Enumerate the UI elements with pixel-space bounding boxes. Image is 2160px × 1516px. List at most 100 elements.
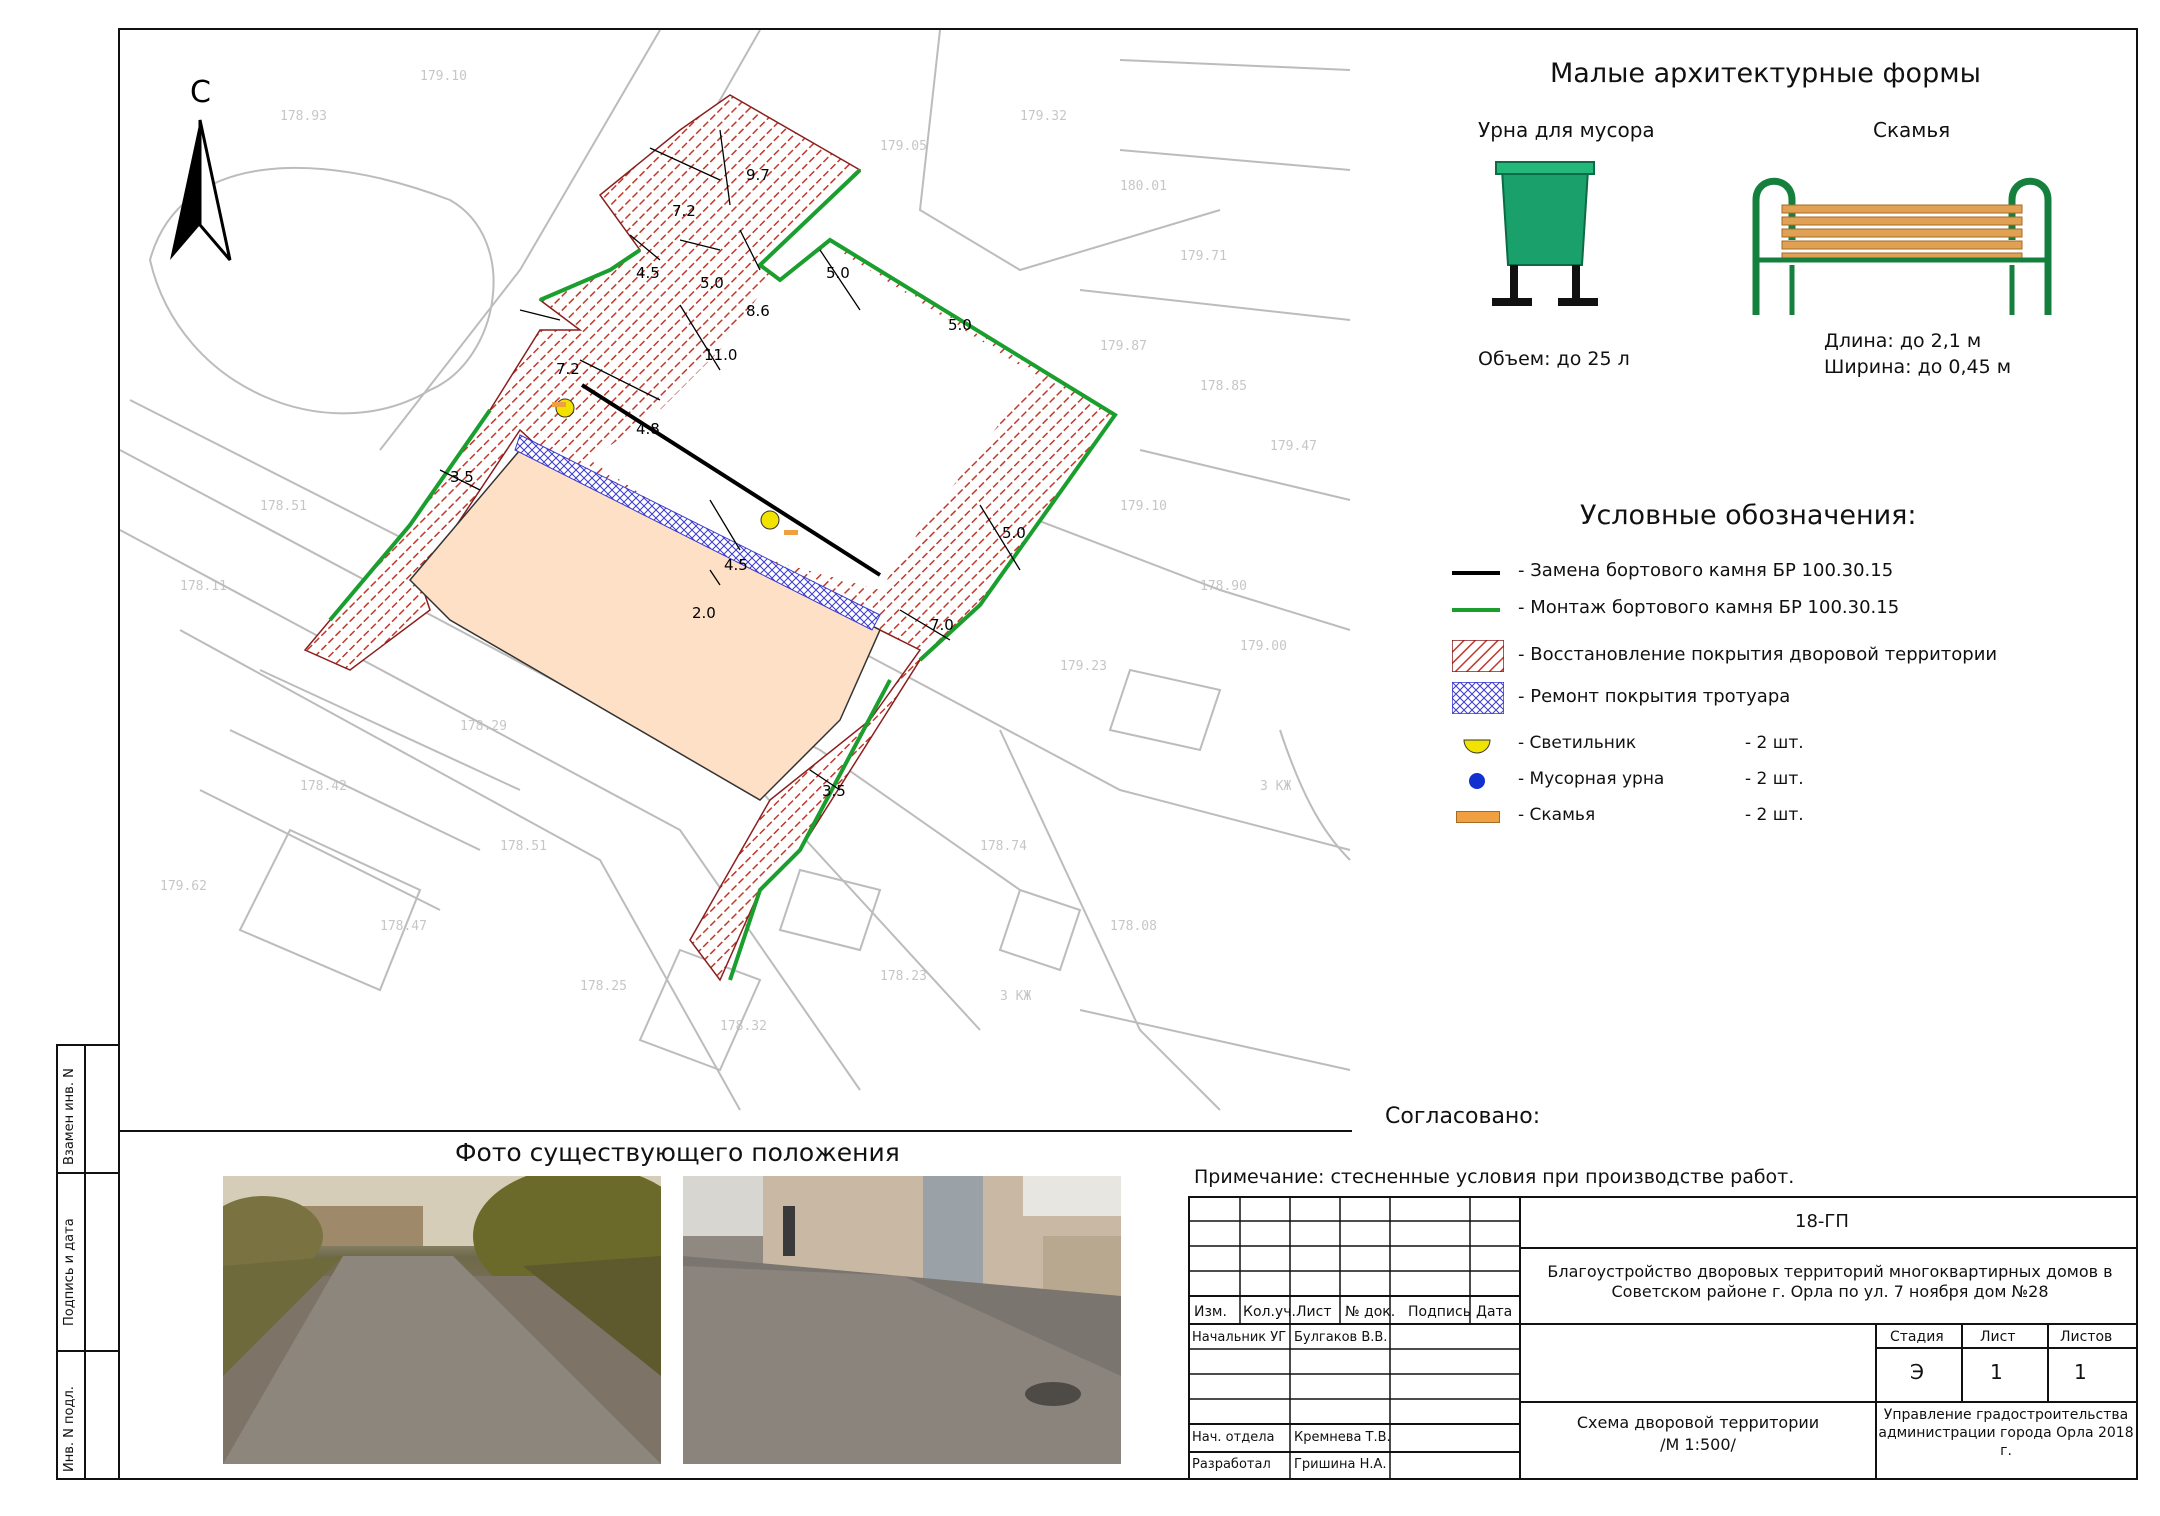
legend-item-lamp-count: - 2 шт. <box>1745 733 1804 753</box>
legend-title: Условные обозначения: <box>1580 500 1917 531</box>
legend-swatch-red-hatch <box>1452 640 1504 672</box>
svg-text:178.51: 178.51 <box>500 839 547 854</box>
stamp-stage-header: Стадия <box>1890 1329 1944 1345</box>
svg-text:179.23: 179.23 <box>1060 659 1107 674</box>
legend-swatch-green-line <box>1452 608 1500 612</box>
stamp-sheet-title: Схема дворовой территории /М 1:500/ <box>1576 1413 1820 1454</box>
stamp-project: Благоустройство дворовых территорий мног… <box>1547 1262 2113 1301</box>
stamp-name: Кремнева Т.В. <box>1294 1430 1391 1445</box>
stamp-header-sign: Подпись <box>1408 1304 1471 1320</box>
dim-label: 4.8 <box>636 420 660 438</box>
photo-existing-1 <box>223 1176 661 1464</box>
photos-title: Фото существующего положения <box>455 1138 900 1167</box>
svg-text:178.85: 178.85 <box>1200 379 1247 394</box>
dim-label: 8.6 <box>746 302 770 320</box>
dim-label: 2.0 <box>692 604 716 622</box>
stamp-code: 18-ГП <box>1795 1211 1849 1232</box>
stamp-role: Начальник УГ <box>1192 1330 1287 1345</box>
svg-text:178.32: 178.32 <box>720 1019 767 1034</box>
legend-item-sidewalk: - Ремонт покрытия тротуара <box>1518 686 1791 707</box>
lamp-1 <box>555 398 575 418</box>
site-plan-map: 178.93 179.10 179.05 179.32 180.01 179.71 17… <box>120 30 1351 1111</box>
svg-text:178.90: 178.90 <box>1200 579 1247 594</box>
stamp-sheets-header: Листов <box>2060 1329 2113 1345</box>
legend-bench-icon <box>1456 811 1500 823</box>
urn-icon <box>1492 161 1598 306</box>
svg-text:179.87: 179.87 <box>1100 339 1147 354</box>
legend-lamp-icon <box>1463 739 1491 754</box>
dim-label: 9.7 <box>746 166 770 184</box>
legend-item-trash: - Мусорная урна <box>1518 769 1665 789</box>
svg-text:178.23: 178.23 <box>880 969 927 984</box>
svg-text:179.71: 179.71 <box>1180 249 1227 264</box>
stamp-role: Разработал <box>1192 1457 1271 1472</box>
stamp-header-doc: № док. <box>1345 1304 1396 1320</box>
svg-text:178.93: 178.93 <box>280 109 327 124</box>
dim-label: 7.0 <box>930 616 954 634</box>
stamp-name: Булгаков В.В. <box>1294 1330 1388 1345</box>
bench-2 <box>784 530 798 535</box>
urn-name: Урна для мусора <box>1478 118 1655 142</box>
dim-label: 3.5 <box>450 468 474 486</box>
north-arrow <box>170 119 232 261</box>
stamp-role: Нач. отдела <box>1192 1430 1275 1445</box>
dim-label: 5.0 <box>700 274 724 292</box>
svg-text:178.74: 178.74 <box>980 839 1027 854</box>
svg-text:178.25: 178.25 <box>580 979 627 994</box>
svg-text:178.08: 178.08 <box>1110 919 1157 934</box>
north-label: С <box>190 75 211 110</box>
stamp-sheet-value: 1 <box>1990 1360 2003 1384</box>
stamp-sheets-value: 1 <box>2074 1360 2087 1384</box>
bench-name: Скамья <box>1873 118 1951 142</box>
dim-label: 11.0 <box>704 346 737 364</box>
stamp-org: Управление градостроительства администра… <box>1878 1407 2134 1459</box>
svg-text:178.11: 178.11 <box>180 579 227 594</box>
svg-text:178.51: 178.51 <box>260 499 307 514</box>
svg-text:179.62: 179.62 <box>160 879 207 894</box>
side-stamp-sign: Подпись и дата <box>62 1218 77 1326</box>
bench-spec-width: Ширина: до 0,45 м <box>1824 356 2012 378</box>
svg-text:178.29: 178.29 <box>460 719 507 734</box>
svg-text:178.47: 178.47 <box>380 919 427 934</box>
side-stamp-replace: Взамен инв. N <box>62 1068 77 1165</box>
stamp-header-izm: Изм. <box>1194 1304 1227 1320</box>
legend-item-curb-replace: - Замена бортового камня БР 100.30.15 <box>1518 560 1894 581</box>
photo-existing-2 <box>683 1176 1121 1464</box>
stamp-header-kol: Кол.уч. <box>1243 1304 1296 1320</box>
svg-text:179.00: 179.00 <box>1240 639 1287 654</box>
dim-label: 5.0 <box>1002 524 1026 542</box>
svg-text:179.10: 179.10 <box>1120 499 1167 514</box>
stamp-name: Гришина Н.А. <box>1294 1457 1387 1472</box>
svg-text:3 КЖ: 3 КЖ <box>1000 989 1031 1004</box>
legend-swatch-black-line <box>1452 571 1500 575</box>
stamp-stage-value: Э <box>1910 1360 1924 1384</box>
legend-item-lamp: - Светильник <box>1518 733 1637 753</box>
bench-icon <box>1752 177 2052 315</box>
bench-1 <box>552 402 566 407</box>
note: Примечание: стесненные условия при произ… <box>1194 1166 1795 1188</box>
dim-label: 5.0 <box>826 264 850 282</box>
legend-item-curb-install: - Монтаж бортового камня БР 100.30.15 <box>1518 597 1900 618</box>
dim-label: 4.5 <box>724 556 748 574</box>
side-stamp-inv: Инв. N подл. <box>62 1386 77 1472</box>
legend-trash-icon <box>1469 773 1485 789</box>
dim-label: 5.0 <box>948 316 972 334</box>
dim-label: 4.5 <box>636 264 660 282</box>
dim-label: 3.5 <box>822 782 846 800</box>
legend-item-bench: - Скамья <box>1518 805 1596 825</box>
dim-label: 7.2 <box>556 360 580 378</box>
svg-text:179.10: 179.10 <box>420 69 467 84</box>
stamp-header-date: Дата <box>1476 1304 1513 1320</box>
svg-text:178.42: 178.42 <box>300 779 347 794</box>
svg-text:180.01: 180.01 <box>1120 179 1167 194</box>
svg-text:179.47: 179.47 <box>1270 439 1317 454</box>
mafs-title: Малые архитектурные формы <box>1550 58 1981 89</box>
dim-label: 7.2 <box>672 202 696 220</box>
legend-swatch-blue-cross <box>1452 682 1504 714</box>
legend-item-bench-count: - 2 шт. <box>1745 805 1804 825</box>
legend-item-yard: - Восстановление покрытия дворовой терри… <box>1518 644 1998 665</box>
svg-text:3 КЖ: 3 КЖ <box>1260 779 1291 794</box>
legend-item-trash-count: - 2 шт. <box>1745 769 1804 789</box>
agreed-label: Согласовано: <box>1385 1104 1541 1129</box>
urn-spec: Объем: до 25 л <box>1478 348 1630 370</box>
